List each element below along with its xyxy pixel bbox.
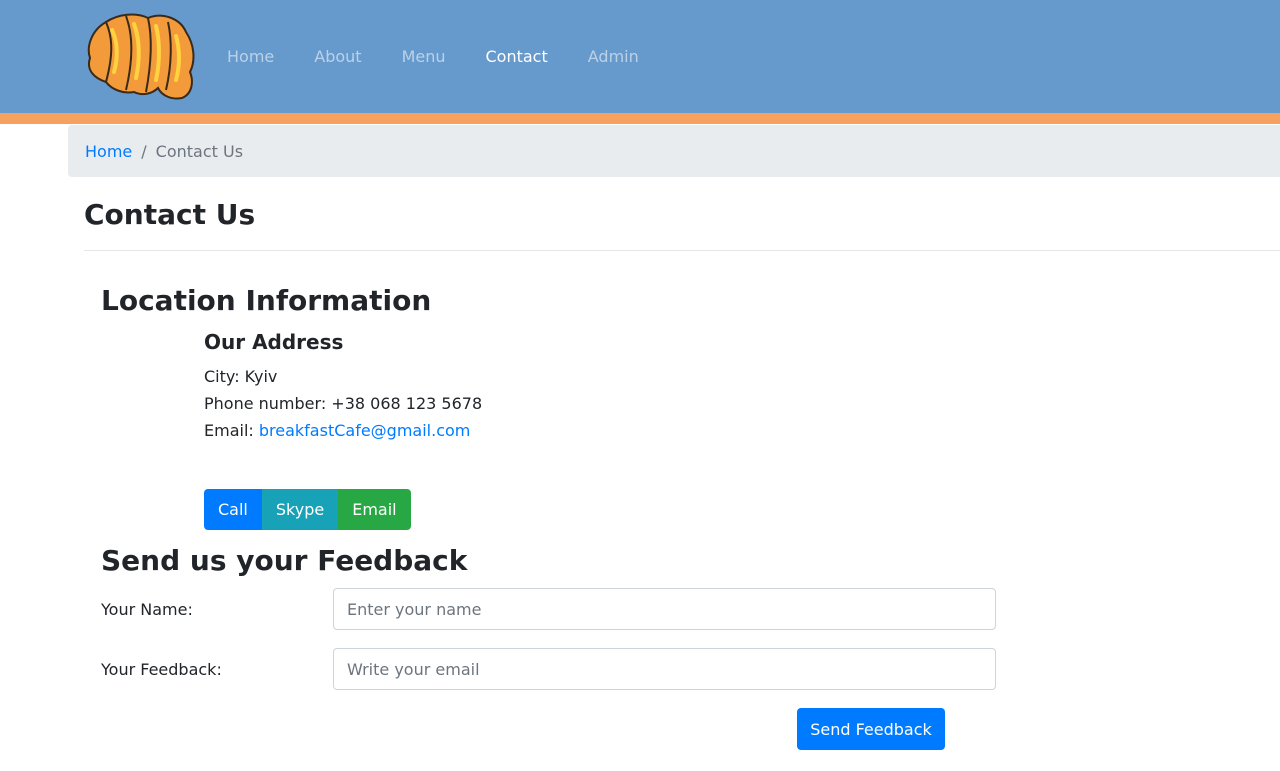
phone-line: Phone number: +38 068 123 5678 — [204, 392, 482, 416]
name-label: Your Name: — [101, 600, 193, 619]
call-button[interactable]: Call — [204, 489, 262, 530]
phone-label: Phone number: — [204, 394, 332, 413]
email-line: Email: breakfastCafe@gmail.com — [204, 419, 470, 443]
phone-value: +38 068 123 5678 — [331, 394, 483, 413]
email-button[interactable]: Email — [338, 489, 411, 530]
city-value: Kyiv — [244, 367, 278, 386]
title-divider — [84, 250, 1280, 251]
feedback-label: Your Feedback: — [101, 660, 222, 679]
nav-contact[interactable]: Contact — [466, 45, 568, 69]
page-title: Contact Us — [84, 198, 256, 231]
breadcrumb-separator: / — [141, 141, 147, 161]
location-section-title: Location Information — [101, 284, 432, 317]
main-nav: Home About Menu Contact Admin — [207, 0, 659, 113]
email-label: Email: — [204, 421, 259, 440]
feedback-input[interactable] — [333, 648, 996, 690]
city-label: City: — [204, 367, 245, 386]
site-header: Home About Menu Contact Admin — [0, 0, 1280, 113]
header-accent-stripe — [0, 113, 1280, 124]
feedback-section-title: Send us your Feedback — [101, 544, 468, 577]
croissant-icon[interactable] — [82, 8, 198, 100]
address-title: Our Address — [204, 330, 344, 354]
nav-admin[interactable]: Admin — [568, 45, 659, 69]
email-link[interactable]: breakfastCafe@gmail.com — [259, 421, 471, 440]
city-line: City: Kyiv — [204, 365, 277, 389]
nav-about[interactable]: About — [294, 45, 381, 69]
nav-menu[interactable]: Menu — [382, 45, 466, 69]
send-feedback-button[interactable]: Send Feedback — [797, 708, 945, 750]
name-input[interactable] — [333, 588, 996, 630]
breadcrumb: Home / Contact Us — [68, 125, 1280, 177]
nav-home[interactable]: Home — [207, 45, 294, 69]
skype-button[interactable]: Skype — [261, 489, 339, 530]
contact-button-group: Call Skype Email — [204, 489, 411, 530]
breadcrumb-current: Contact Us — [155, 141, 244, 161]
breadcrumb-home-link[interactable]: Home — [85, 142, 132, 161]
